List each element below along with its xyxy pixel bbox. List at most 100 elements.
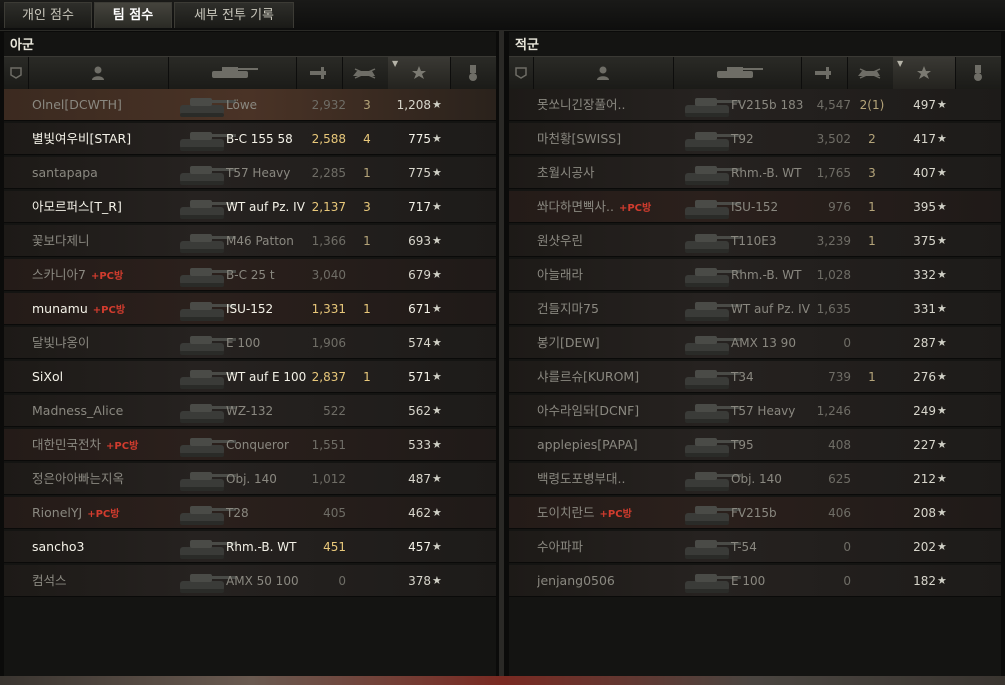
player-row[interactable]: 초월시공사 Rhm.-B. WT 1,765 3 407 ★	[509, 157, 1001, 189]
score-value: 462	[408, 506, 431, 520]
player-row[interactable]: Madness_Alice WZ-132 522 562 ★	[4, 395, 496, 427]
player-row[interactable]: 샤를르슈[KUROM] T34 739 1 276 ★	[509, 361, 1001, 393]
medal-column-icon[interactable]	[450, 57, 497, 89]
tab-detailed-battle-log[interactable]: 세부 전투 기록	[174, 2, 294, 28]
score-value: 775	[408, 132, 431, 146]
player-row[interactable]: jenjang0506 E 100 0 182 ★	[509, 565, 1001, 597]
star-icon: ★	[937, 506, 947, 519]
score-value: 227	[913, 438, 936, 452]
player-row[interactable]: munamu +PC방 ISU-152 1,331 1 671 ★	[4, 293, 496, 325]
kills-value	[857, 429, 887, 461]
player-row[interactable]: RionelYJ +PC방 T28 405 462 ★	[4, 497, 496, 529]
medal-column-icon[interactable]	[955, 57, 1002, 89]
player-row[interactable]: 못쏘니긴장풀어.. FV215b 183 4,547 2(1) 497 ★	[509, 89, 1001, 121]
player-row[interactable]: 컴석스 AMX 50 100 0 378 ★	[4, 565, 496, 597]
panel-divider	[499, 30, 504, 685]
platoon-column-icon[interactable]	[509, 57, 534, 89]
vehicle-column-icon[interactable]	[168, 57, 297, 89]
player-row[interactable]: 스카니아7 +PC방 B-C 25 t 3,040 679 ★	[4, 259, 496, 291]
player-row[interactable]: 백령도포병부대.. Obj. 140 625 212 ★	[509, 463, 1001, 495]
star-icon: ★	[432, 574, 442, 587]
score-value: 717	[408, 200, 431, 214]
player-row[interactable]: santapapa T57 Heavy 2,285 1 775 ★	[4, 157, 496, 189]
player-row[interactable]: 달빛냐옹이 E 100 1,906 574 ★	[4, 327, 496, 359]
player-row[interactable]: Olnel[DCWTH] Löwe 2,932 3 1,208 ★	[4, 89, 496, 121]
player-name: 봉기[DEW]	[537, 327, 702, 359]
player-name: 꽃보다제니	[32, 225, 197, 257]
player-name: santapapa	[32, 157, 197, 189]
damage-value: 1,012	[311, 472, 346, 486]
star-icon: ★	[937, 540, 947, 553]
player-name: munamu +PC방	[32, 293, 197, 325]
player-row[interactable]: applepies[PAPA] T95 408 227 ★	[509, 429, 1001, 461]
player-name: sancho3	[32, 531, 197, 563]
star-icon: ★	[432, 268, 442, 281]
player-name-text: 초월시공사	[537, 165, 595, 180]
player-name: 아수라임돠[DCNF]	[537, 395, 702, 427]
damage-column-icon[interactable]	[801, 57, 848, 89]
star-icon: ★	[937, 234, 947, 247]
player-row[interactable]: 아늘래라 Rhm.-B. WT 1,028 332 ★	[509, 259, 1001, 291]
score-value: 562	[408, 404, 431, 418]
kills-value: 1	[363, 302, 371, 316]
player-row[interactable]: 정은아아빠는지옥 Obj. 140 1,012 487 ★	[4, 463, 496, 495]
score-value: 407	[913, 166, 936, 180]
pc-bang-badge: +PC방	[618, 203, 652, 214]
player-name: 초월시공사	[537, 157, 702, 189]
kills-value: 2	[868, 132, 876, 146]
player-row[interactable]: SiXol WT auf E 100 2,837 1 571 ★	[4, 361, 496, 393]
player-name: 정은아아빠는지옥	[32, 463, 197, 495]
player-name: 달빛냐옹이	[32, 327, 197, 359]
pc-bang-badge: +PC방	[90, 271, 124, 282]
player-row[interactable]: 원샷우린 T110E3 3,239 1 375 ★	[509, 225, 1001, 257]
enemy-team-panel: 적군 ▼ 못쏘니긴장풀어.. FV215b 183 4,547 2(1) 497 ★ 마천황…	[509, 32, 1002, 676]
score-value: 332	[913, 268, 936, 282]
damage-value: 1,635	[816, 302, 851, 316]
player-name: applepies[PAPA]	[537, 429, 702, 461]
player-column-icon[interactable]	[28, 57, 169, 89]
platoon-column-icon[interactable]	[4, 57, 29, 89]
player-name: Madness_Alice	[32, 395, 197, 427]
player-name: 원샷우린	[537, 225, 702, 257]
pc-bang-badge: +PC방	[106, 441, 139, 452]
tab-bar: 개인 점수 팀 점수 세부 전투 기록	[0, 0, 1005, 31]
bottom-decoration-bar	[0, 676, 1005, 685]
damage-value: 2,588	[311, 132, 346, 146]
player-row[interactable]: 도이치란드 +PC방 FV215b 406 208 ★	[509, 497, 1001, 529]
star-icon: ★	[432, 200, 442, 213]
damage-column-icon[interactable]	[296, 57, 343, 89]
star-icon: ★	[937, 404, 947, 417]
kills-value: 3	[363, 98, 371, 112]
player-row[interactable]: 꽃보다제니 M46 Patton 1,366 1 693 ★	[4, 225, 496, 257]
damage-value: 2,137	[311, 200, 346, 214]
player-name-text: Olnel[DCWTH]	[32, 97, 122, 112]
player-row[interactable]: 수아파파 T-54 0 202 ★	[509, 531, 1001, 563]
player-row[interactable]: sancho3 Rhm.-B. WT 451 457 ★	[4, 531, 496, 563]
damage-value: 406	[828, 506, 851, 520]
player-name-text: 아수라임돠[DCNF]	[537, 403, 640, 418]
player-row[interactable]: 마천황[SWISS] T92 3,502 2 417 ★	[509, 123, 1001, 155]
score-column-icon[interactable]: ▼	[893, 57, 956, 89]
player-row[interactable]: 봉기[DEW] AMX 13 90 0 287 ★	[509, 327, 1001, 359]
kills-column-icon[interactable]	[847, 57, 894, 89]
player-name-text: applepies[PAPA]	[537, 437, 638, 452]
tab-personal-score[interactable]: 개인 점수	[4, 2, 92, 28]
score-column-icon[interactable]: ▼	[388, 57, 451, 89]
player-row[interactable]: 대한민국전차 +PC방 Conqueror 1,551 533 ★	[4, 429, 496, 461]
kills-column-icon[interactable]	[342, 57, 389, 89]
player-row[interactable]: 건들지마75 WT auf Pz. IV 1,635 331 ★	[509, 293, 1001, 325]
player-row[interactable]: 아모르퍼스[T_R] WT auf Pz. IV 2,137 3 717 ★	[4, 191, 496, 223]
score-value: 249	[913, 404, 936, 418]
kills-value	[352, 395, 382, 427]
player-name-text: 달빛냐옹이	[32, 335, 90, 350]
vehicle-column-icon[interactable]	[673, 57, 802, 89]
player-column-icon[interactable]	[533, 57, 674, 89]
damage-value: 0	[843, 574, 851, 588]
player-row[interactable]: 아수라임돠[DCNF] T57 Heavy 1,246 249 ★	[509, 395, 1001, 427]
player-row[interactable]: 쏴다하면삑사.. +PC방 ISU-152 976 1 395 ★	[509, 191, 1001, 223]
player-row[interactable]: 별빛여우비[STAR] B-C 155 58 2,588 4 775 ★	[4, 123, 496, 155]
score-value: 1,208	[396, 98, 431, 112]
pc-bang-badge: +PC방	[599, 509, 632, 520]
tab-team-score[interactable]: 팀 점수	[94, 2, 172, 28]
player-name-text: RionelYJ	[32, 505, 83, 520]
